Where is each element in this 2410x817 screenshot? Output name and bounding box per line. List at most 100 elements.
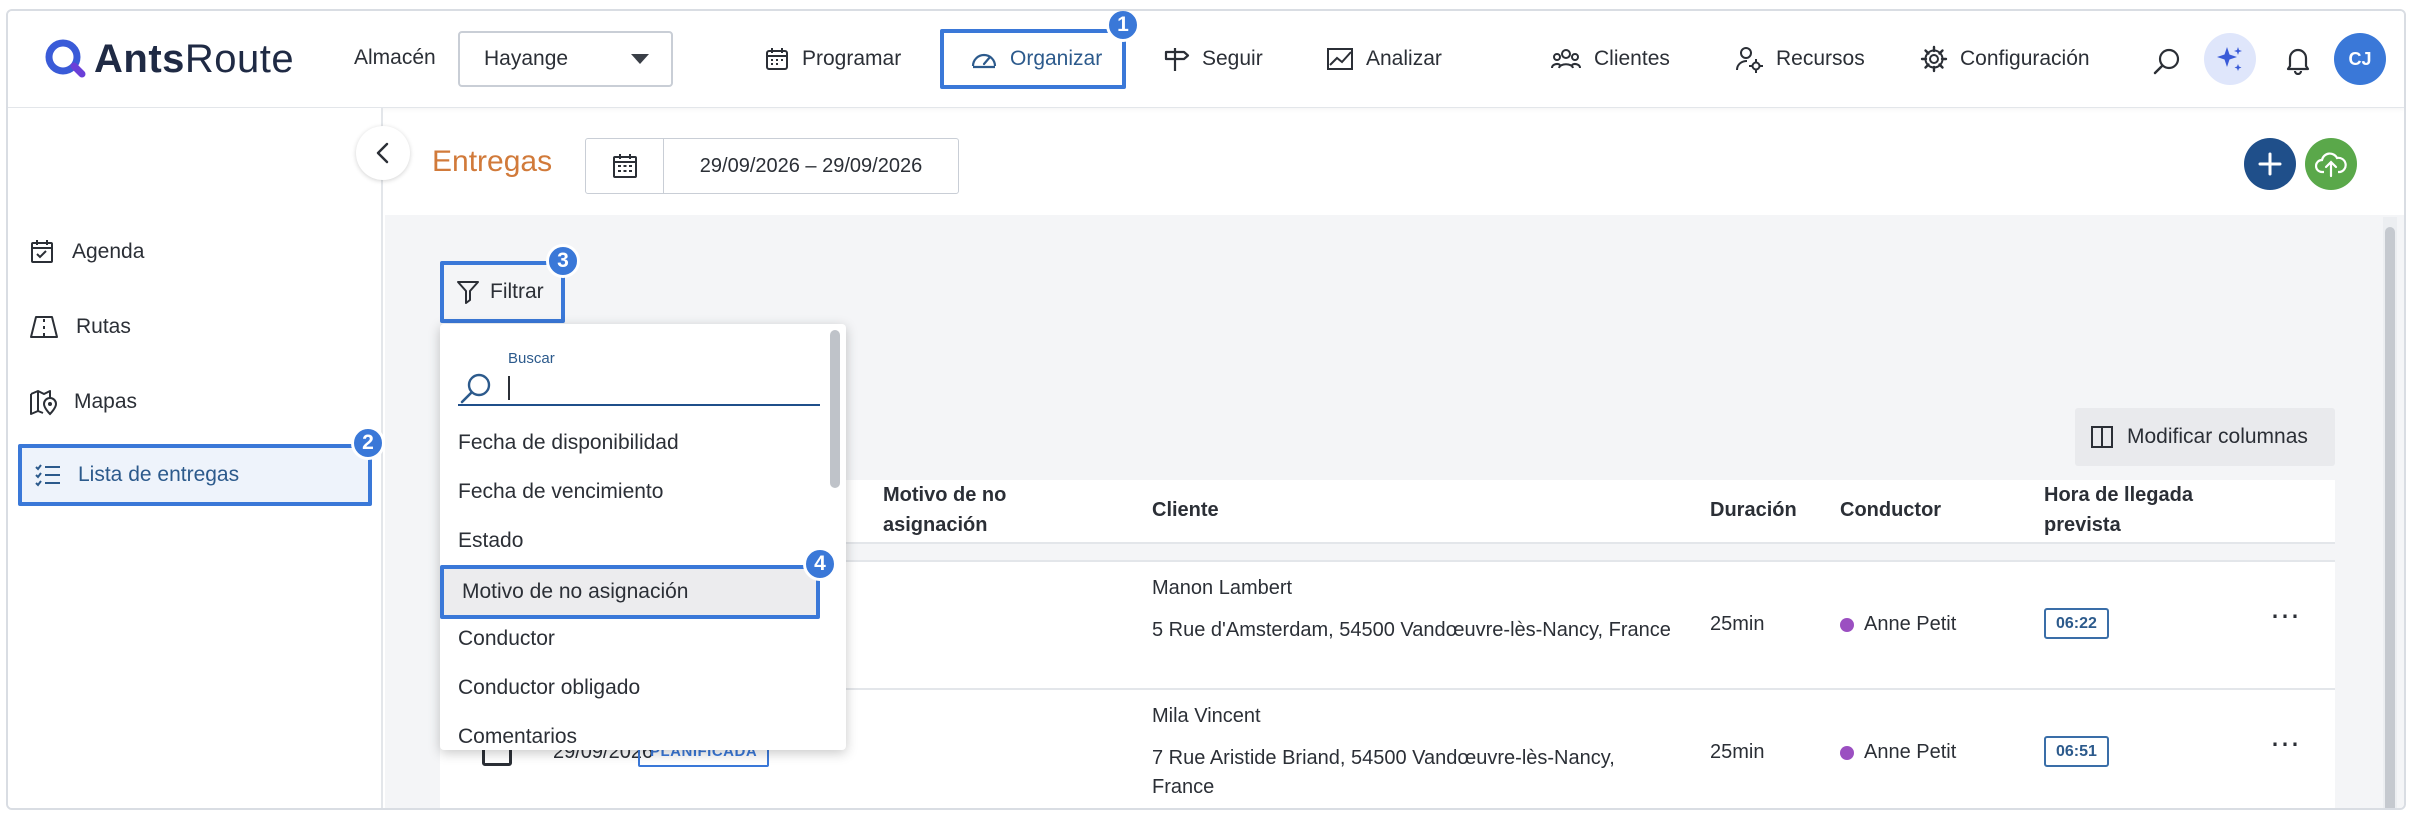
sidebar-item-rutas[interactable]: Rutas (28, 303, 131, 351)
driver-color-dot (1840, 617, 1854, 632)
map-pin-icon (30, 390, 58, 416)
nav-label: Seguir (1202, 47, 1263, 70)
sparkle-icon (2217, 47, 2242, 71)
columns-icon (2091, 426, 2113, 448)
nav-label: Clientes (1594, 47, 1670, 70)
chart-icon (1327, 48, 1353, 70)
warehouse-label: Almacén (354, 46, 436, 69)
filter-dropdown: Buscar Fecha de disponibilidad Fecha de … (440, 324, 846, 750)
clients-icon (1551, 49, 1581, 69)
chevron-down-icon (631, 54, 649, 64)
date-range-value[interactable]: 29/09/2026 – 29/09/2026 (664, 139, 958, 193)
driver-name: Anne Petit (1864, 613, 1957, 635)
date-picker-button[interactable] (586, 139, 664, 193)
nav-label: Programar (802, 47, 902, 70)
nav-organizar[interactable]: Organizar (940, 29, 1126, 89)
add-delivery-button[interactable] (2244, 138, 2296, 190)
scrollbar-thumb[interactable] (2385, 227, 2395, 808)
duration: 25min (1710, 613, 1765, 635)
row-menu-button[interactable]: ⋯ (2270, 602, 2302, 632)
top-navbar: AntsRoute Almacén Hayange Programar Orga… (8, 11, 2404, 108)
filter-icon (457, 281, 479, 304)
page-title: Entregas (432, 145, 553, 178)
notifications-button[interactable] (2284, 45, 2312, 80)
sidebar: Agenda Rutas Mapas Lista de entregas 2 (8, 108, 385, 808)
nav-programar[interactable]: Programar (764, 33, 901, 85)
nav-configuracion[interactable]: Configuración (1920, 33, 2090, 85)
main-scrollbar[interactable] (2383, 217, 2397, 808)
nav-clientes[interactable]: Clientes (1550, 33, 1670, 85)
driver: Anne Petit (1840, 738, 1956, 767)
sidebar-item-mapas[interactable]: Mapas (28, 378, 137, 426)
column-header-eta[interactable]: Hora de llegada prevista (2044, 480, 2224, 540)
text-cursor (508, 376, 510, 400)
sidebar-item-label: Agenda (72, 240, 145, 263)
signpost-icon (1164, 48, 1190, 71)
filter-option-selected[interactable]: Motivo de no asignación (440, 565, 820, 619)
bell-icon (2286, 48, 2310, 76)
filter-option[interactable]: Comentarios (440, 712, 820, 750)
eta-cell: 06:51 (2044, 736, 2109, 767)
nav-label: Organizar (1010, 47, 1103, 70)
eta-badge: 06:22 (2044, 608, 2109, 639)
filter-option[interactable]: Estado (440, 516, 820, 565)
nav-label: Recursos (1776, 47, 1865, 70)
resources-icon (1736, 47, 1763, 73)
calendar-check-icon (31, 240, 53, 263)
client-name: Manon Lambert (1152, 577, 1293, 599)
filter-label: Filtrar (490, 280, 544, 303)
filter-option[interactable]: Conductor (440, 614, 820, 663)
modify-columns-button[interactable]: Modificar columnas (2075, 408, 2335, 466)
antsroute-logo-icon (45, 39, 86, 78)
nav-label: Configuración (1960, 47, 2090, 70)
ai-assistant-button[interactable] (2204, 33, 2256, 85)
callout-badge-1: 1 (1106, 11, 1140, 42)
duration: 25min (1710, 741, 1765, 763)
search-icon (2153, 48, 2180, 75)
sidebar-item-lista-de-entregas[interactable]: Lista de entregas (18, 444, 372, 506)
search-button[interactable] (2152, 47, 2182, 82)
cloud-upload-icon (2315, 152, 2347, 178)
filter-search-label: Buscar (508, 350, 555, 367)
sidebar-item-label: Mapas (74, 390, 138, 413)
dropdown-scrollbar[interactable] (828, 328, 842, 746)
nav-recursos[interactable]: Recursos (1734, 33, 1865, 85)
column-header-reason[interactable]: Motivo de no asignación (883, 480, 1063, 540)
list-icon (35, 464, 60, 487)
sidebar-item-agenda[interactable]: Agenda (28, 228, 144, 276)
driver-color-dot (1840, 745, 1854, 760)
app-logo[interactable]: AntsRoute (44, 33, 294, 85)
row-menu-button[interactable]: ⋯ (2270, 730, 2302, 760)
callout-badge-3: 3 (546, 244, 580, 278)
import-button[interactable] (2305, 138, 2357, 190)
warehouse-value: Hayange (484, 47, 569, 70)
filter-option[interactable]: Fecha de vencimiento (440, 467, 820, 516)
column-header-duration[interactable]: Duración (1710, 495, 1797, 525)
eta-cell: 06:22 (2044, 608, 2109, 639)
gear-icon (1920, 45, 1948, 73)
nav-label: Analizar (1366, 47, 1442, 70)
nav-seguir[interactable]: Seguir (1162, 33, 1263, 85)
eta-badge: 06:51 (2044, 736, 2109, 767)
scrollbar-thumb[interactable] (830, 330, 840, 488)
column-header-client[interactable]: Cliente (1152, 495, 1219, 525)
filter-option[interactable]: Conductor obligado (440, 663, 820, 712)
filter-search-field[interactable]: Buscar (458, 350, 820, 406)
callout-badge-4: 4 (803, 547, 837, 581)
dashboard-icon (971, 53, 997, 69)
warehouse-select[interactable]: Hayange (458, 31, 673, 87)
filter-option[interactable]: Fecha de disponibilidad (440, 418, 820, 467)
client-name: Mila Vincent (1152, 705, 1261, 727)
date-range-picker[interactable]: 29/09/2026 – 29/09/2026 (585, 138, 959, 194)
column-header-driver[interactable]: Conductor (1840, 495, 1941, 525)
calendar-icon (612, 154, 637, 178)
nav-analizar[interactable]: Analizar (1326, 33, 1442, 85)
plus-icon (2258, 152, 2282, 176)
driver-name: Anne Petit (1864, 741, 1957, 763)
modify-columns-label: Modificar columnas (2127, 425, 2308, 448)
app-name: AntsRoute (94, 36, 295, 81)
user-avatar[interactable]: CJ (2334, 33, 2386, 85)
filter-button[interactable]: Filtrar (440, 261, 565, 323)
client-address: 5 Rue d'Amsterdam, 54500 Vandœuvre-lès-N… (1152, 619, 1671, 641)
sidebar-item-label: Rutas (76, 315, 131, 338)
